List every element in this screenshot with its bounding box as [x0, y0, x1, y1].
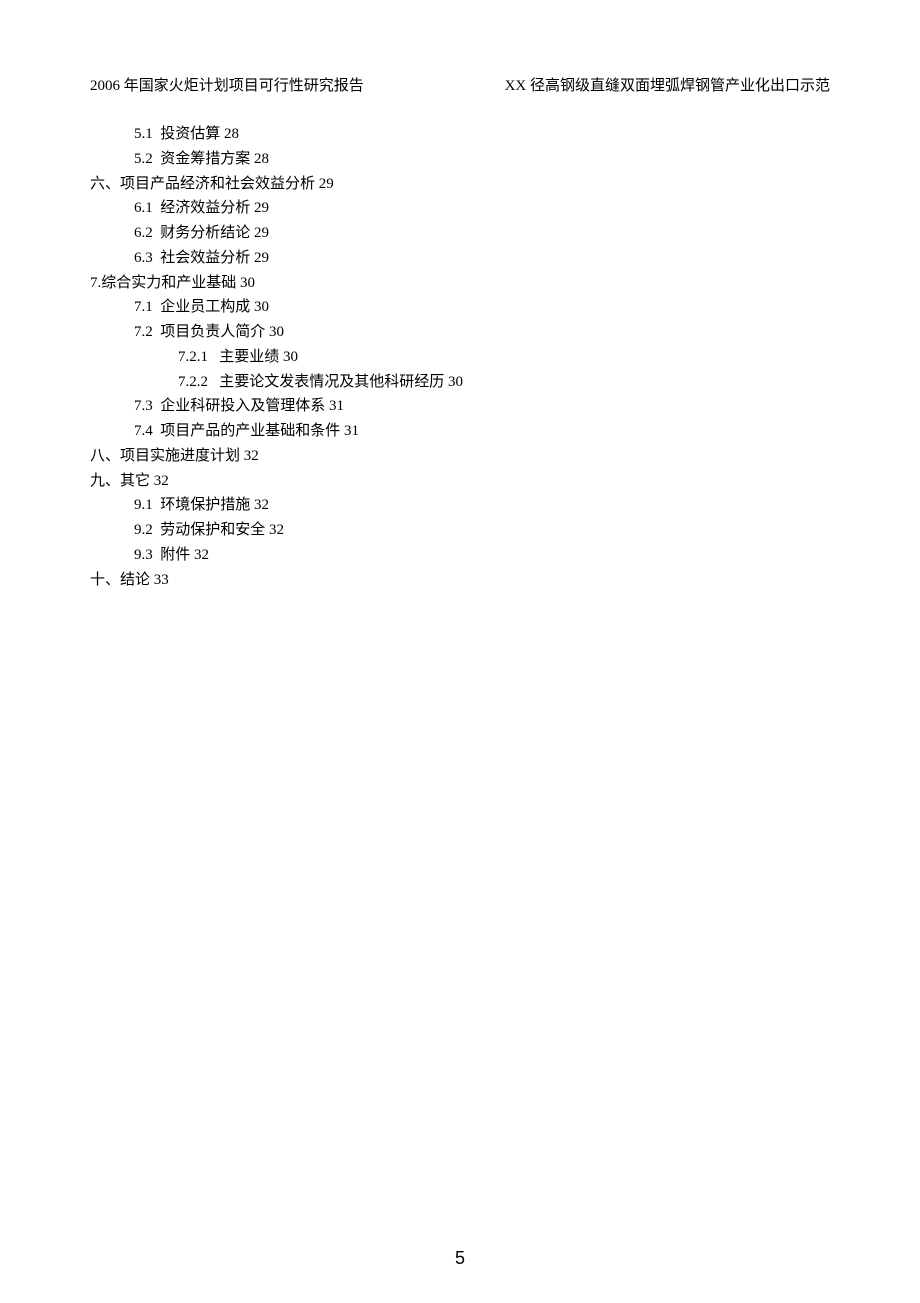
toc-entry: 6.1 经济效益分析 29	[90, 196, 830, 221]
toc-entry: 9.1 环境保护措施 32	[90, 493, 830, 518]
toc-entry: 十、结论 33	[90, 568, 830, 593]
toc-entry: 9.3 附件 32	[90, 543, 830, 568]
toc-entry: 7.2 项目负责人简介 30	[90, 320, 830, 345]
table-of-contents: 5.1 投资估算 285.2 资金筹措方案 28六、项目产品经济和社会效益分析 …	[90, 122, 830, 592]
toc-entry: 7.2.1 主要业绩 30	[90, 345, 830, 370]
toc-entry: 7.2.2 主要论文发表情况及其他科研经历 30	[90, 370, 830, 395]
header-left: 2006 年国家火炬计划项目可行性研究报告	[90, 74, 364, 98]
toc-entry: 7.综合实力和产业基础 30	[90, 271, 830, 296]
page-header: 2006 年国家火炬计划项目可行性研究报告 XX 径高钢级直缝双面埋弧焊钢管产业…	[90, 74, 830, 98]
page-number: 5	[0, 1248, 920, 1269]
toc-entry: 9.2 劳动保护和安全 32	[90, 518, 830, 543]
toc-entry: 5.1 投资估算 28	[90, 122, 830, 147]
toc-entry: 7.1 企业员工构成 30	[90, 295, 830, 320]
toc-entry: 7.4 项目产品的产业基础和条件 31	[90, 419, 830, 444]
toc-entry: 6.3 社会效益分析 29	[90, 246, 830, 271]
toc-entry: 7.3 企业科研投入及管理体系 31	[90, 394, 830, 419]
toc-entry: 六、项目产品经济和社会效益分析 29	[90, 172, 830, 197]
toc-entry: 九、其它 32	[90, 469, 830, 494]
document-page: 2006 年国家火炬计划项目可行性研究报告 XX 径高钢级直缝双面埋弧焊钢管产业…	[0, 0, 920, 1303]
toc-entry: 八、项目实施进度计划 32	[90, 444, 830, 469]
toc-entry: 6.2 财务分析结论 29	[90, 221, 830, 246]
header-right: XX 径高钢级直缝双面埋弧焊钢管产业化出口示范	[505, 74, 830, 98]
toc-entry: 5.2 资金筹措方案 28	[90, 147, 830, 172]
